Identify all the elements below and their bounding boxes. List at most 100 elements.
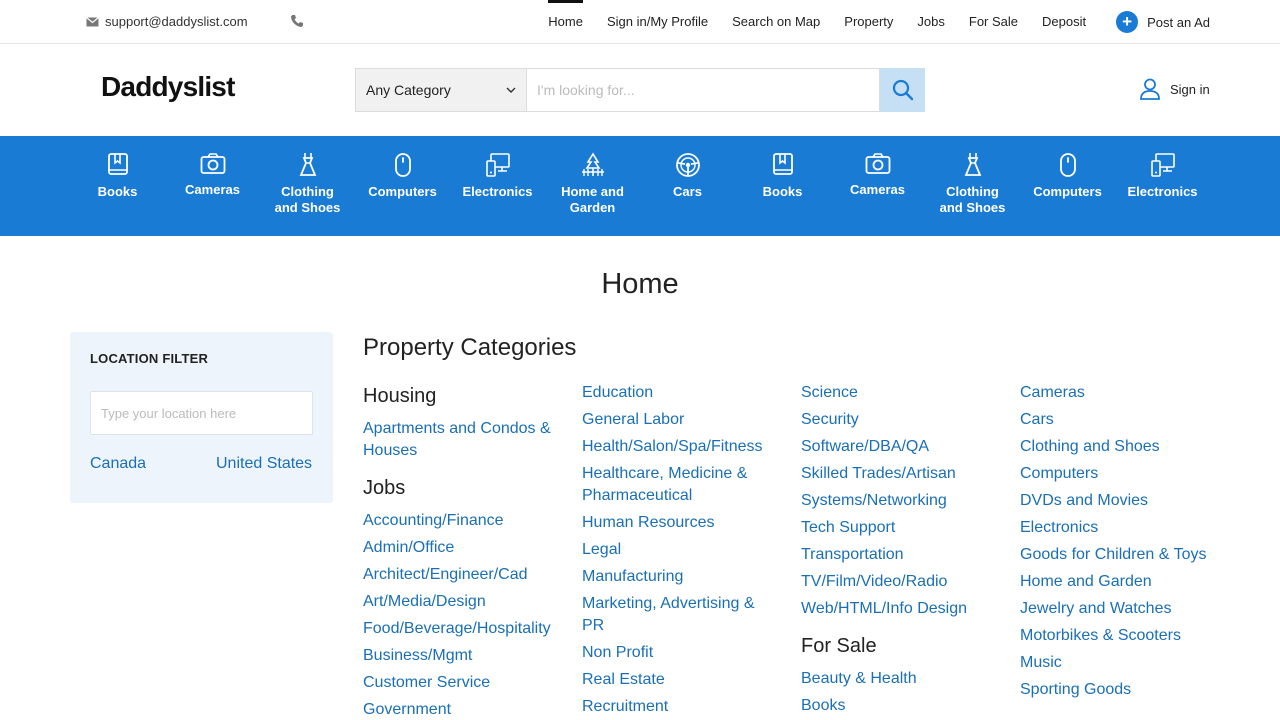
nav-for-sale[interactable]: For Sale <box>969 0 1018 44</box>
category-link[interactable]: Goods for Children & Toys <box>1020 544 1215 566</box>
category-cameras[interactable]: Cameras <box>830 152 925 198</box>
category-electronics[interactable]: Electronics <box>450 152 545 200</box>
category-link[interactable]: Customer Service <box>363 672 558 694</box>
category-link[interactable]: Accounting/Finance <box>363 510 558 532</box>
category-link[interactable]: Business/Mgmt <box>363 645 558 667</box>
camera-icon <box>165 152 260 176</box>
category-link[interactable]: Electronics <box>1020 517 1215 539</box>
nav-search-on-map[interactable]: Search on Map <box>732 0 820 44</box>
mail-icon <box>86 16 99 26</box>
category-link[interactable]: Security <box>801 409 996 431</box>
nav-property[interactable]: Property <box>844 0 893 44</box>
top-nav: Home Sign in/My Profile Search on Map Pr… <box>524 0 1210 44</box>
category-link[interactable]: Books <box>801 695 996 717</box>
category-label: Books <box>762 184 803 199</box>
plus-icon: + <box>1116 11 1139 33</box>
category-link[interactable]: Manufacturing <box>582 566 777 588</box>
category-link[interactable]: DVDs and Movies <box>1020 490 1215 512</box>
country-united-states[interactable]: United States <box>216 455 313 473</box>
group-title: Jobs <box>363 477 406 499</box>
category-books[interactable]: Books <box>735 152 830 200</box>
category-link[interactable]: Health/Salon/Spa/Fitness <box>582 436 777 458</box>
top-bar: support@daddyslist.com Home Sign in/My P… <box>0 0 1280 44</box>
category-link[interactable]: Skilled Trades/Artisan <box>801 463 996 485</box>
category-cameras[interactable]: Cameras <box>165 152 260 198</box>
category-group: Jobs Accounting/Finance Admin/Office Archit… <box>363 476 558 720</box>
category-link[interactable]: Education <box>582 382 777 404</box>
category-clothing-and-shoes[interactable]: Clothing and Shoes <box>260 152 355 216</box>
category-electronics[interactable]: Electronics <box>1115 152 1210 200</box>
category-column-1: Housing Apartments and Condos & Houses Job… <box>363 384 558 720</box>
category-link[interactable]: Apartments and Condos & Houses <box>363 418 558 462</box>
category-label: Electronics <box>462 184 533 199</box>
category-link[interactable]: Admin/Office <box>363 537 558 559</box>
category-clothing-and-shoes[interactable]: Clothing and Shoes <box>925 152 1020 216</box>
page-title: Home <box>601 268 679 300</box>
category-link[interactable]: Motorbikes & Scooters <box>1020 625 1215 647</box>
category-column-4: Cameras Cars Clothing and Shoes Computers DV… <box>1020 382 1215 715</box>
category-link[interactable]: Music <box>1020 652 1215 674</box>
category-group: Science Security Software/DBA/QA Skilled Tr… <box>801 382 996 620</box>
category-link[interactable]: Web/HTML/Info Design <box>801 598 996 620</box>
post-ad-button[interactable]: + Post an Ad <box>1116 11 1210 33</box>
nav-jobs[interactable]: Jobs <box>917 0 944 44</box>
category-computers[interactable]: Computers <box>1020 152 1115 200</box>
category-label: Clothing <box>946 184 999 199</box>
category-link[interactable]: Systems/Networking <box>801 490 996 512</box>
category-link[interactable]: Home and Garden <box>1020 571 1215 593</box>
category-link[interactable]: Clothing and Shoes <box>1020 436 1215 458</box>
category-link[interactable]: Real Estate <box>582 669 777 691</box>
signin-link[interactable]: Sign in <box>1140 78 1210 100</box>
site-logo[interactable]: Daddyslist <box>101 71 235 103</box>
country-canada[interactable]: Canada <box>90 455 146 473</box>
category-link[interactable]: Science <box>801 382 996 404</box>
category-link[interactable]: Jewelry and Watches <box>1020 598 1215 620</box>
category-label: Clothing <box>281 184 334 199</box>
nav-home[interactable]: Home <box>548 0 583 44</box>
mouse-icon <box>355 152 450 178</box>
category-strip: Books Cameras Clothing and Shoes Computers El… <box>0 136 1280 236</box>
category-link[interactable]: Cars <box>1020 409 1215 431</box>
category-link[interactable]: Food/Beverage/Hospitality <box>363 618 558 640</box>
category-select[interactable]: Any Category <box>355 68 526 112</box>
search-input[interactable] <box>526 68 880 112</box>
category-cars[interactable]: Cars <box>640 152 735 200</box>
category-group: Education General Labor Health/Salon/Spa/F… <box>582 382 777 718</box>
location-input[interactable] <box>90 391 313 435</box>
group-title: Housing <box>363 385 437 407</box>
email-text: support@daddyslist.com <box>105 14 248 29</box>
category-link[interactable]: Sporting Goods <box>1020 679 1215 701</box>
category-link[interactable]: Art/Media/Design <box>363 591 558 613</box>
category-home-and-garden[interactable]: Home and Garden <box>545 152 640 216</box>
category-label: Cameras <box>185 182 240 197</box>
category-link[interactable]: Architect/Engineer/Cad <box>363 564 558 586</box>
category-link[interactable]: Human Resources <box>582 512 777 534</box>
category-link[interactable]: Cameras <box>1020 382 1215 404</box>
category-computers[interactable]: Computers <box>355 152 450 200</box>
category-link[interactable]: Transportation <box>801 544 996 566</box>
category-link[interactable]: Government <box>363 699 558 720</box>
category-link[interactable]: Beauty & Health <box>801 668 996 690</box>
category-link[interactable]: Marketing, Advertising & PR <box>582 593 777 637</box>
search-button[interactable] <box>880 68 925 112</box>
category-link[interactable]: Non Profit <box>582 642 777 664</box>
nav-deposit[interactable]: Deposit <box>1042 0 1086 44</box>
phone-icon <box>291 15 303 27</box>
category-label-line2: and Shoes <box>274 200 341 215</box>
contact-phone[interactable] <box>290 14 310 28</box>
category-link[interactable]: Tech Support <box>801 517 996 539</box>
category-books[interactable]: Books <box>70 152 165 200</box>
category-column-3: Science Security Software/DBA/QA Skilled Tr… <box>801 382 996 720</box>
category-link[interactable]: Legal <box>582 539 777 561</box>
category-link[interactable]: Healthcare, Medicine & Pharmaceutical <box>582 463 777 507</box>
user-icon <box>1140 78 1160 100</box>
nav-signin-profile[interactable]: Sign in/My Profile <box>607 0 708 44</box>
contact-email[interactable]: support@daddyslist.com <box>86 14 248 29</box>
category-link[interactable]: TV/Film/Video/Radio <box>801 571 996 593</box>
category-link[interactable]: Computers <box>1020 463 1215 485</box>
property-categories-heading: Property Categories <box>363 334 577 361</box>
category-link[interactable]: Recruitment <box>582 696 777 718</box>
category-link[interactable]: Software/DBA/QA <box>801 436 996 458</box>
devices-icon <box>1115 152 1210 178</box>
category-link[interactable]: General Labor <box>582 409 777 431</box>
